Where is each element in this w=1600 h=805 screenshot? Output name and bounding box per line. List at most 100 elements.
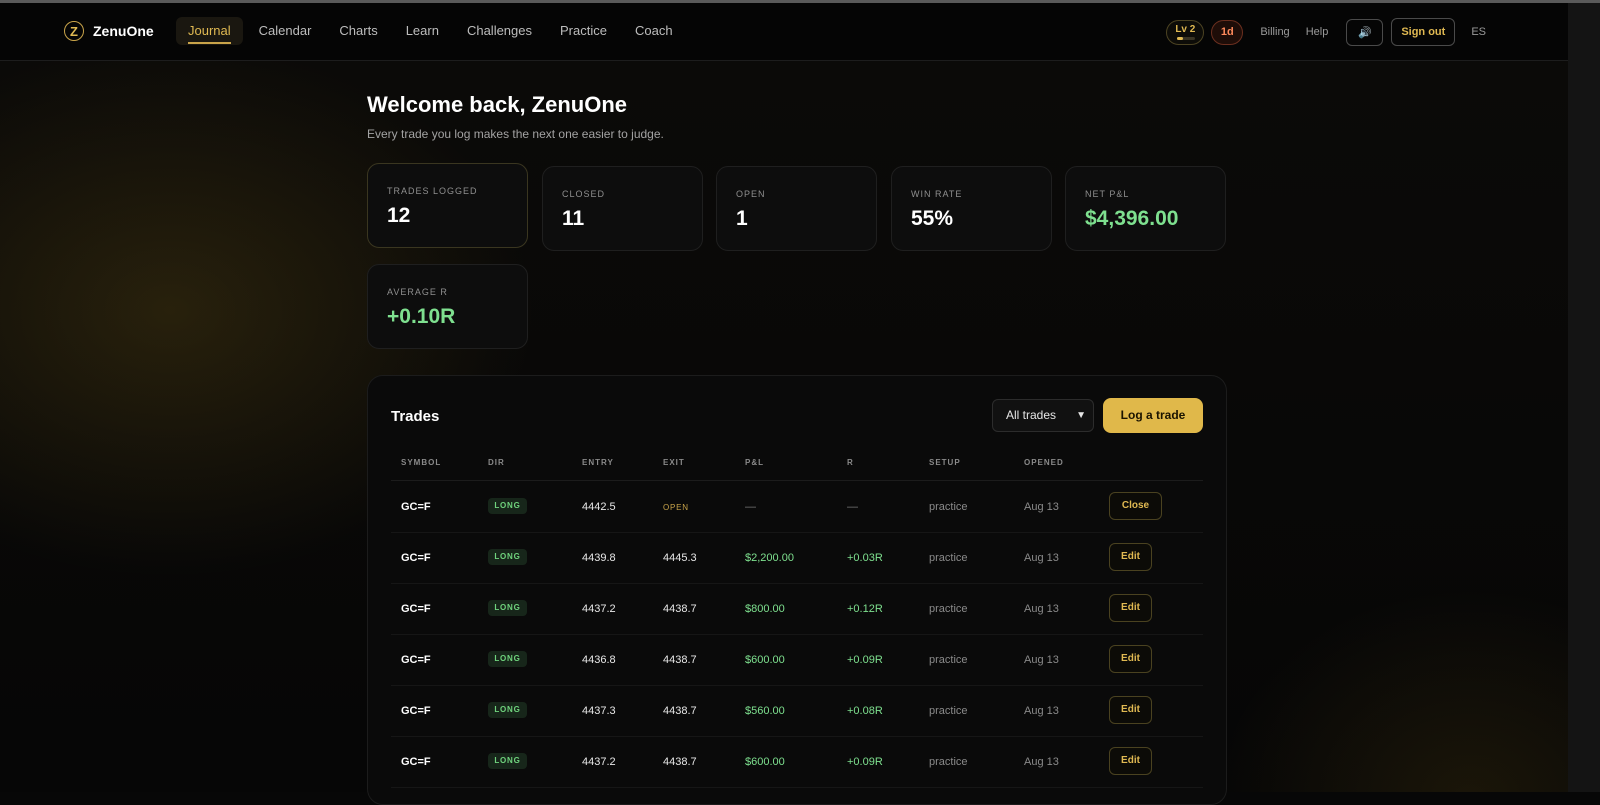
nav-coach[interactable]: Coach (623, 17, 685, 45)
nav-practice[interactable]: Practice (548, 17, 619, 45)
logo-z-icon: Z (64, 21, 84, 41)
nav-journal[interactable]: Journal (176, 17, 243, 45)
stat-label: NET P&L (1085, 189, 1130, 199)
cell-entry: 4437.2 (582, 603, 616, 615)
direction-badge: LONG (488, 651, 527, 667)
stat-value: 1 (736, 207, 748, 230)
col-entry: ENTRY (582, 458, 614, 467)
cell-pnl: — (745, 501, 756, 513)
cell-pnl: $560.00 (745, 705, 785, 717)
header-actions: Lv 2 1d Billing Help 🔊 Sign out ES (1166, 18, 1486, 46)
log-trade-button[interactable]: Log a trade (1103, 398, 1203, 433)
stat-card-closed: CLOSED 11 (542, 166, 703, 251)
table-row: GC=F LONG 4437.2 4438.7 $600.00 +0.09R p… (391, 736, 1203, 788)
stat-value: +0.10R (387, 305, 456, 328)
col-setup: SETUP (929, 458, 961, 467)
cell-exit: 4438.7 (663, 756, 697, 768)
level-label: Lv 2 (1175, 23, 1196, 35)
cell-entry: 4442.5 (582, 501, 616, 513)
streak-badge[interactable]: 1d (1211, 19, 1244, 45)
cell-symbol: GC=F (401, 705, 431, 717)
table-row: GC=F LONG 4439.8 4445.3 $2,200.00 +0.03R… (391, 532, 1203, 584)
stat-label: WIN RATE (911, 189, 963, 199)
top-navigation-bar: Z ZenuOne Journal Calendar Charts Learn … (0, 3, 1568, 61)
stat-label: CLOSED (562, 189, 606, 199)
nav-learn[interactable]: Learn (394, 17, 451, 45)
brand-logo[interactable]: Z ZenuOne (64, 21, 154, 41)
cell-symbol: GC=F (401, 756, 431, 768)
cell-setup: practice (929, 501, 968, 513)
table-row: GC=F LONG 4437.3 4438.7 $560.00 +0.08R p… (391, 685, 1203, 737)
scrollbar-thumb[interactable] (1568, 3, 1600, 792)
cell-r: — (847, 501, 858, 513)
language-toggle[interactable]: ES (1471, 26, 1486, 38)
cell-setup: practice (929, 654, 968, 666)
cell-opened: Aug 13 (1024, 603, 1059, 615)
stat-card-open: OPEN 1 (716, 166, 877, 251)
trade-filter-value: All trades (1006, 408, 1057, 422)
col-r: R (847, 458, 854, 467)
stat-value: 55% (911, 207, 954, 230)
edit-trade-button[interactable]: Edit (1109, 696, 1152, 724)
col-dir: DIR (488, 458, 505, 467)
edit-trade-button[interactable]: Edit (1109, 747, 1152, 775)
main-nav: Journal Calendar Charts Learn Challenges… (176, 17, 689, 45)
table-row: GC=F LONG 4436.8 4438.7 $600.00 +0.09R p… (391, 634, 1203, 686)
cell-opened: Aug 13 (1024, 705, 1059, 717)
direction-badge: LONG (488, 702, 527, 718)
trade-filter-select[interactable]: All trades ▼ (992, 399, 1094, 432)
level-progress-bar (1177, 36, 1196, 40)
billing-link[interactable]: Billing (1260, 26, 1289, 38)
cell-pnl: $600.00 (745, 654, 785, 666)
trades-table-header: SYMBOL DIR ENTRY EXIT P&L R SETUP OPENED (391, 458, 1203, 481)
cell-entry: 4436.8 (582, 654, 616, 666)
cell-r: +0.12R (847, 603, 883, 615)
cell-opened: Aug 13 (1024, 552, 1059, 564)
page-title: Welcome back, ZenuOne (367, 92, 628, 117)
help-link[interactable]: Help (1306, 26, 1329, 38)
page-scrollbar[interactable] (1568, 3, 1600, 792)
cell-exit: 4438.7 (663, 705, 697, 717)
level-badge[interactable]: Lv 2 (1166, 19, 1205, 45)
cell-r: +0.08R (847, 705, 883, 717)
cell-entry: 4437.2 (582, 756, 616, 768)
page-subtitle: Every trade you log makes the next one e… (367, 127, 664, 141)
edit-trade-button[interactable]: Edit (1109, 645, 1152, 673)
cell-opened: Aug 13 (1024, 756, 1059, 768)
direction-badge: LONG (488, 549, 527, 565)
stat-value: 12 (387, 204, 411, 227)
cell-symbol: GC=F (401, 654, 431, 666)
direction-badge: LONG (488, 600, 527, 616)
cell-symbol: GC=F (401, 603, 431, 615)
cell-pnl: $600.00 (745, 756, 785, 768)
direction-badge: LONG (488, 498, 527, 514)
col-exit: EXIT (663, 458, 685, 467)
stat-card-average-r: AVERAGE R +0.10R (367, 264, 528, 349)
sign-out-button[interactable]: Sign out (1391, 18, 1456, 46)
nav-calendar[interactable]: Calendar (247, 17, 324, 45)
close-trade-button[interactable]: Close (1109, 492, 1162, 520)
cell-setup: practice (929, 603, 968, 615)
cell-setup: practice (929, 705, 968, 717)
cell-exit: 4445.3 (663, 552, 697, 564)
stat-card-net-pnl: NET P&L $4,396.00 (1065, 166, 1226, 251)
stat-value: 11 (562, 207, 585, 230)
edit-trade-button[interactable]: Edit (1109, 543, 1152, 571)
table-row: GC=F LONG 4437.2 4438.7 $800.00 +0.12R p… (391, 583, 1203, 635)
brand-name: ZenuOne (93, 23, 154, 39)
nav-challenges[interactable]: Challenges (455, 17, 544, 45)
cell-setup: practice (929, 756, 968, 768)
direction-badge: LONG (488, 753, 527, 769)
cell-exit: 4438.7 (663, 654, 697, 666)
stat-card-win-rate: WIN RATE 55% (891, 166, 1052, 251)
edit-trade-button[interactable]: Edit (1109, 594, 1152, 622)
nav-charts[interactable]: Charts (327, 17, 389, 45)
stat-label: AVERAGE R (387, 287, 448, 297)
stat-value: $4,396.00 (1085, 207, 1179, 230)
cell-r: +0.03R (847, 552, 883, 564)
speaker-icon: 🔊 (1357, 26, 1372, 39)
cell-opened: Aug 13 (1024, 501, 1059, 513)
level-progress-fill (1177, 36, 1183, 40)
stat-label: OPEN (736, 189, 766, 199)
sound-toggle-button[interactable]: 🔊 (1346, 18, 1384, 46)
